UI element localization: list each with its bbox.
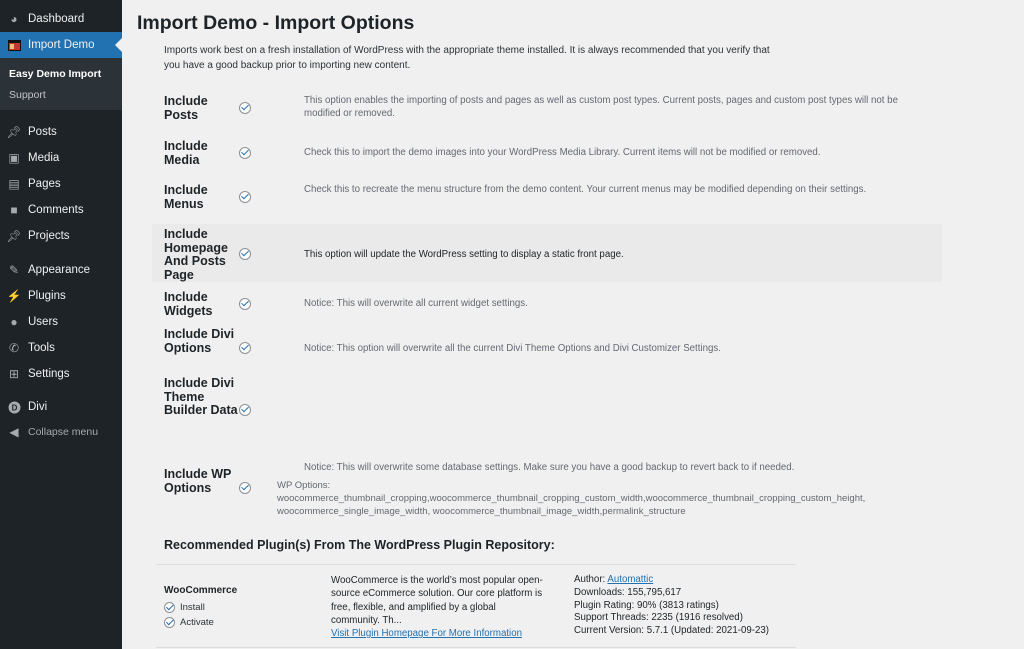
- user-icon: ●: [10, 315, 18, 329]
- comment-icon: ■: [10, 203, 18, 217]
- option-description: This option will update the WordPress se…: [304, 249, 624, 260]
- option-label: Include Homepage And Posts Page: [164, 227, 228, 282]
- option-row-homepage: Include Homepage And Posts Page This opt…: [152, 224, 942, 282]
- recommended-plugins-heading: Recommended Plugin(s) From The WordPress…: [164, 538, 555, 552]
- include-media-checkbox[interactable]: [239, 147, 251, 159]
- option-label: Include Divi Options: [164, 327, 235, 355]
- option-row-media: Include Media Check this to import the d…: [152, 139, 942, 179]
- wp-options-list: woocommerce_thumbnail_cropping,woocommer…: [277, 493, 866, 517]
- option-description: Notice: This will overwrite all current …: [304, 298, 528, 309]
- option-label: Include Widgets: [164, 290, 213, 318]
- install-label: Install: [180, 602, 205, 613]
- intro-text: Imports work best on a fresh installatio…: [164, 45, 770, 71]
- import-demo-icon: [7, 38, 21, 52]
- submenu-support[interactable]: Support: [9, 89, 46, 101]
- settings-icon: ⊞: [8, 367, 20, 381]
- include-theme-builder-checkbox[interactable]: [239, 404, 251, 416]
- plugin-version: Current Version: 5.7.1 (Updated: 2021-09…: [574, 625, 769, 637]
- plugin-threads: Support Threads: 2235 (1916 resolved): [574, 612, 743, 624]
- pin-icon: 📌︎: [6, 229, 22, 243]
- option-description: Notice: This will overwrite some databas…: [304, 462, 795, 473]
- sidebar-item-tools[interactable]: ✆ Tools: [0, 335, 122, 361]
- author-link[interactable]: Automattic: [607, 574, 653, 585]
- media-icon: ▣: [8, 151, 20, 165]
- include-posts-checkbox[interactable]: [239, 102, 251, 114]
- option-row-menus: Include Menus Check this to recreate the…: [152, 183, 942, 223]
- plugin-homepage-link[interactable]: Visit Plugin Homepage For More Informati…: [331, 628, 522, 639]
- include-wp-options-checkbox[interactable]: [239, 482, 251, 494]
- collapse-menu-button[interactable]: ◀ Collapse menu: [0, 419, 122, 445]
- option-row-widgets: Include Widgets Notice: This will overwr…: [152, 290, 942, 321]
- plugin-rating: Plugin Rating: 90% (3813 ratings): [574, 599, 719, 611]
- sidebar-item-appearance[interactable]: ✎ Appearance: [0, 257, 122, 283]
- plug-icon: ⚡: [6, 289, 22, 303]
- include-widgets-checkbox[interactable]: [239, 298, 251, 310]
- sidebar-item-import-demo[interactable]: Import Demo: [0, 32, 122, 58]
- install-checkbox[interactable]: [164, 602, 175, 613]
- include-menus-checkbox[interactable]: [239, 191, 251, 203]
- plugin-downloads: Downloads: 155,795,617: [574, 586, 682, 598]
- option-label: Include Divi Theme Builder Data: [164, 376, 238, 417]
- sidebar-item-pages[interactable]: ▤ Pages: [0, 171, 122, 197]
- sidebar-item-settings[interactable]: ⊞ Settings: [0, 361, 122, 387]
- option-row-divi-options: Include Divi Options Notice: This option…: [152, 327, 942, 370]
- plugin-description: WooCommerce is the world’s most popular …: [331, 575, 543, 626]
- sidebar-item-posts[interactable]: 📌︎ Posts: [0, 119, 122, 145]
- main-content: Import Demo - Import Options Imports wor…: [122, 0, 1024, 649]
- option-description: Check this to recreate the menu structur…: [304, 184, 867, 195]
- sidebar-item-divi[interactable]: D Divi: [0, 394, 122, 420]
- sidebar-item-dashboard[interactable]: ◕ Dashboard: [0, 6, 122, 32]
- option-row-posts: Include Posts This option enables the im…: [152, 94, 942, 134]
- dashboard-icon: ◕: [10, 12, 18, 26]
- sidebar-item-plugins[interactable]: ⚡ Plugins: [0, 283, 122, 309]
- include-divi-options-checkbox[interactable]: [239, 342, 251, 354]
- install-option[interactable]: Install: [164, 602, 205, 613]
- option-description: This option enables the importing of pos…: [304, 95, 898, 119]
- pin-icon: 📌︎: [6, 125, 22, 139]
- plugin-description-block: WooCommerce is the world’s most popular …: [331, 574, 546, 640]
- wp-options-label: WP Options:: [277, 480, 331, 491]
- plugin-card: WooCommerce Install Activate WooCommerce…: [156, 564, 796, 649]
- option-row-wp-options: Include WP Options Notice: This will ove…: [152, 460, 942, 520]
- collapse-icon: ◀: [9, 425, 19, 439]
- option-description: Check this to import the demo images int…: [304, 147, 821, 158]
- activate-label: Activate: [180, 617, 214, 628]
- plugin-author: Author: Automattic: [574, 574, 654, 585]
- wrench-icon: ✆: [8, 341, 20, 355]
- page-title: Import Demo - Import Options: [137, 12, 415, 34]
- plugin-name: WooCommerce: [164, 585, 238, 596]
- svg-text:D: D: [11, 403, 17, 412]
- option-label: Include Posts: [164, 94, 208, 122]
- plugin-meta: Author: Automattic Downloads: 155,795,61…: [574, 574, 804, 638]
- include-homepage-checkbox[interactable]: [239, 248, 251, 260]
- option-label: Include Media: [164, 139, 208, 167]
- sidebar-item-projects[interactable]: 📌︎ Projects: [0, 223, 122, 249]
- option-description: Notice: This option will overwrite all t…: [304, 343, 721, 354]
- divi-icon: D: [7, 400, 21, 414]
- option-row-theme-builder: Include Divi Theme Builder Data: [152, 376, 942, 445]
- sidebar-item-users[interactable]: ● Users: [0, 309, 122, 335]
- activate-option[interactable]: Activate: [164, 617, 214, 628]
- option-label: Include Menus: [164, 183, 208, 211]
- pages-icon: ▤: [8, 177, 20, 191]
- brush-icon: ✎: [8, 263, 20, 277]
- sidebar-item-comments[interactable]: ■ Comments: [0, 197, 122, 223]
- import-demo-submenu: Easy Demo Import Support: [0, 58, 122, 110]
- divider: [156, 647, 796, 648]
- sidebar-item-media[interactable]: ▣ Media: [0, 145, 122, 171]
- option-label: Include WP Options: [164, 467, 232, 495]
- activate-checkbox[interactable]: [164, 617, 175, 628]
- admin-sidebar: ◕ Dashboard Import Demo Easy Demo Import…: [0, 0, 122, 649]
- submenu-easy-demo-import[interactable]: Easy Demo Import: [9, 68, 101, 80]
